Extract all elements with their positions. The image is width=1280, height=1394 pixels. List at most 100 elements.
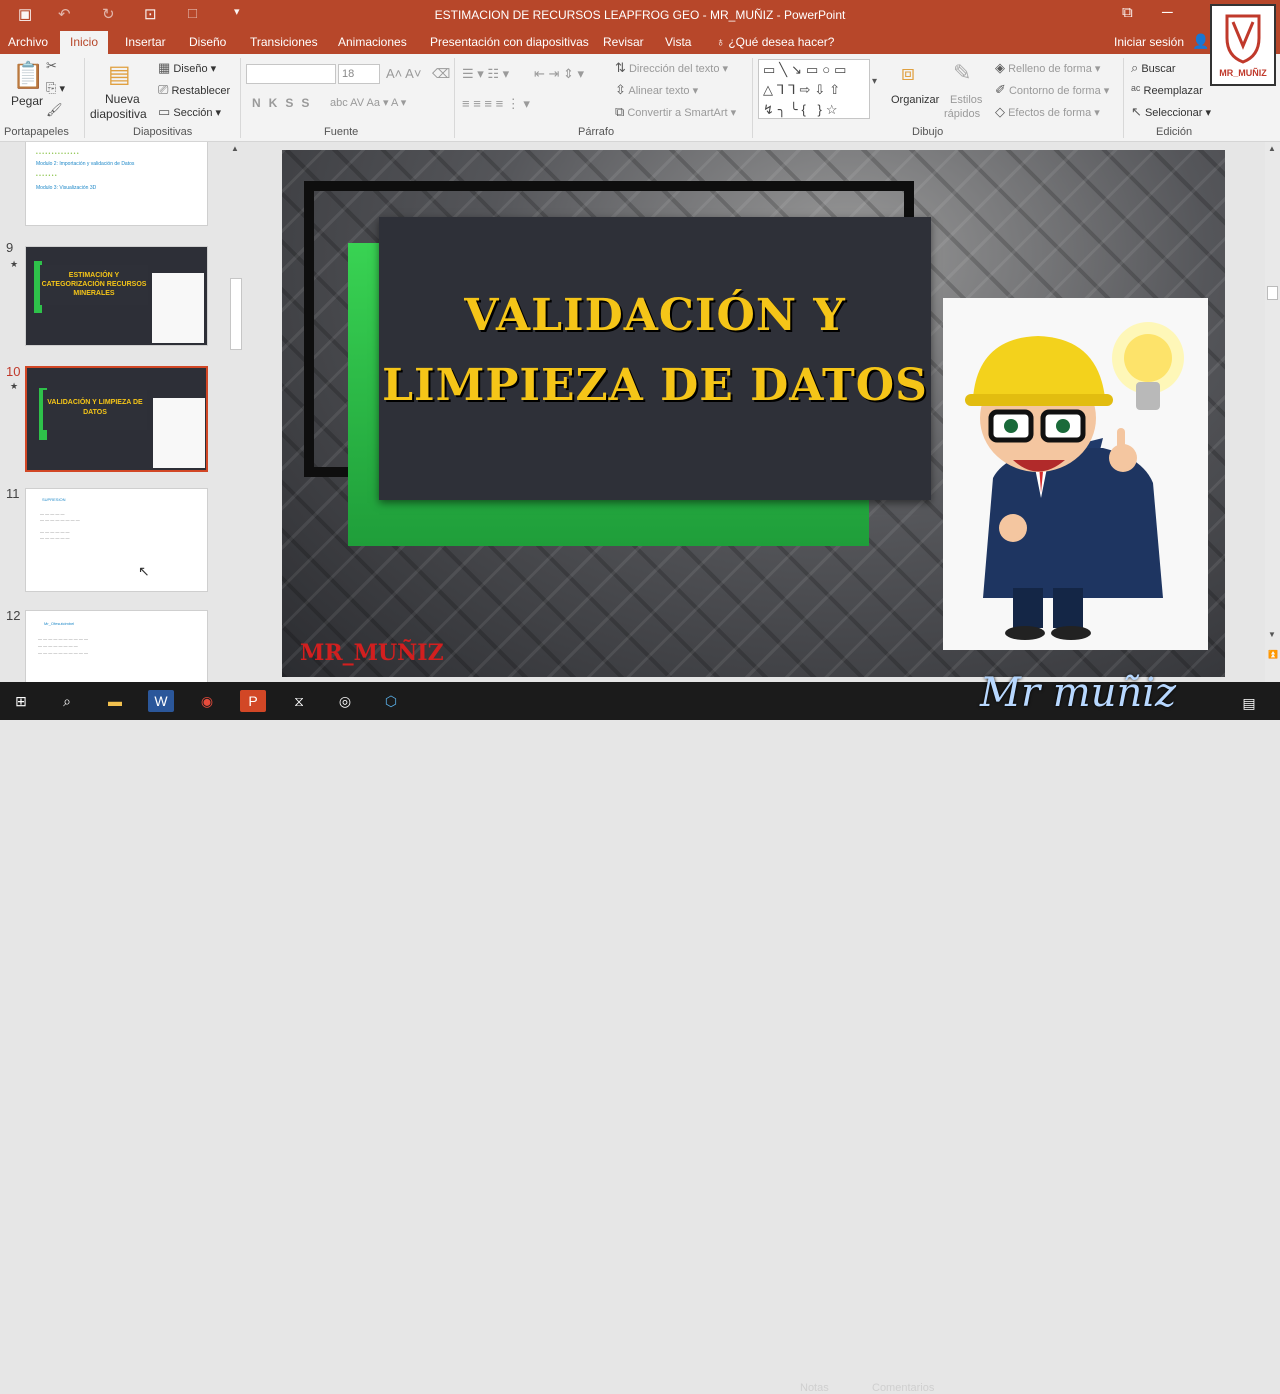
replace-button[interactable]: ᵃᶜ Reemplazar: [1131, 82, 1203, 97]
slide-thumbnail-9[interactable]: ESTIMACIÓN Y CATEGORIZACIÓN RECURSOS MIN…: [25, 246, 208, 346]
paint-bucket-icon: ◈: [995, 60, 1005, 75]
tab-archivo[interactable]: Archivo: [8, 35, 48, 49]
shape-effects-button[interactable]: ◇ Efectos de forma ▾: [995, 104, 1100, 120]
quick-styles-line1[interactable]: Estilos: [950, 94, 982, 106]
notes-button[interactable]: Notas: [800, 1382, 829, 1394]
shapes-more-icon[interactable]: ▾: [872, 76, 877, 87]
align-text-button[interactable]: ⇳ Alinear texto ▾: [615, 82, 698, 98]
scroll-down-icon[interactable]: ▼: [1268, 630, 1276, 639]
animation-star-icon: ★: [10, 259, 19, 269]
arrange-icon[interactable]: ⧈: [901, 60, 915, 86]
qat-customize-icon[interactable]: ▾: [234, 5, 240, 18]
paste-icon[interactable]: 📋: [12, 60, 44, 91]
new-slide-button-line2[interactable]: diapositiva: [90, 107, 147, 121]
tab-transiciones[interactable]: Transiciones: [250, 35, 318, 49]
qat-extra-icon[interactable]: □: [188, 5, 197, 22]
account-icon[interactable]: 👤: [1192, 33, 1209, 50]
replace-icon: ᵃᶜ: [1131, 82, 1141, 97]
font-grow-icon[interactable]: A˄ A˅: [386, 66, 421, 81]
find-button[interactable]: ⌕ Buscar: [1131, 60, 1176, 76]
tell-me-search[interactable]: ♁ ¿Qué desea hacer?: [716, 35, 834, 49]
font-style-buttons[interactable]: NKSS: [252, 96, 317, 110]
windows-start-icon[interactable]: ⊞: [8, 690, 34, 712]
engineer-illustration[interactable]: [943, 298, 1208, 650]
section-button[interactable]: ▭ Sección ▾: [158, 104, 221, 120]
layout-icon: ▦: [158, 60, 171, 75]
new-slide-icon[interactable]: ▤: [108, 60, 131, 89]
ribbon-display-icon[interactable]: ⧉: [1122, 4, 1133, 21]
file-explorer-icon[interactable]: ▬: [102, 690, 128, 712]
undo-icon[interactable]: ↶: [58, 5, 71, 23]
text-direction-button[interactable]: ⇅ Dirección del texto ▾: [615, 60, 728, 76]
thumb-text: VALIDACIÓN Y LIMPIEZA DE DATOS: [43, 390, 147, 430]
sign-in-link[interactable]: Iniciar sesión: [1114, 35, 1184, 49]
reset-icon: ⎚: [158, 82, 169, 97]
slide-thumbnail-8[interactable]: • • • • • • • • • • • • • • Modulo 2: Im…: [25, 142, 208, 226]
slide-thumbnail-10-selected[interactable]: VALIDACIÓN Y LIMPIEZA DE DATOS: [25, 366, 208, 472]
tab-animaciones[interactable]: Animaciones: [338, 35, 407, 49]
slide-thumbnail-11[interactable]: SUPRESION — — — — — — — — — — — — — — — — …: [25, 488, 208, 592]
app-icon[interactable]: ⧖: [286, 690, 312, 712]
ribbon-tabs: Archivo Inicio Insertar Diseño Transicio…: [0, 30, 1280, 54]
tab-inicio[interactable]: Inicio: [60, 31, 109, 54]
copy-icon[interactable]: ⎘ ▾: [46, 80, 65, 96]
shape-outline-button[interactable]: ✐ Contorno de forma ▾: [995, 82, 1109, 98]
scroll-up-icon[interactable]: ▲: [231, 144, 239, 153]
thumbnails-scrollbar[interactable]: ▲: [228, 142, 244, 682]
paste-button[interactable]: Pegar: [11, 94, 43, 108]
group-parrafo: Párrafo: [578, 126, 615, 138]
watermark: Mr muñiz: [980, 670, 1177, 716]
scroll-up-icon[interactable]: ▲: [1268, 144, 1276, 153]
font-effects-buttons[interactable]: abc AV Aa ▾ A ▾: [330, 96, 406, 109]
layout-button[interactable]: ▦ Diseño ▾: [158, 60, 216, 76]
slide-thumbnails-pane[interactable]: • • • • • • • • • • • • • • Modulo 2: Im…: [0, 142, 245, 682]
search-icon[interactable]: ⌕: [54, 690, 80, 712]
slide-title[interactable]: VALIDACIÓN Y LIMPIEZA DE DATOS: [379, 281, 931, 421]
font-name-input[interactable]: [246, 64, 336, 84]
slide-thumbnail-12[interactable]: Mr_Ofesutcimbel — — — — — — — — — — — — —…: [25, 610, 208, 682]
tab-presentacion[interactable]: Presentación con diapositivas: [430, 35, 589, 49]
group-edicion: Edición: [1156, 126, 1193, 138]
redo-icon[interactable]: ↻: [102, 5, 115, 23]
shape-fill-button[interactable]: ◈ Relleno de forma ▾: [995, 60, 1100, 76]
tab-insertar[interactable]: Insertar: [125, 35, 166, 49]
tab-revisar[interactable]: Revisar: [603, 35, 644, 49]
notification-icon[interactable]: ▤: [1236, 692, 1262, 714]
reset-button[interactable]: ⎚ Restablecer: [158, 82, 230, 98]
title-box[interactable]: VALIDACIÓN Y LIMPIEZA DE DATOS: [379, 217, 931, 500]
indent-icon[interactable]: ⇤ ⇥ ⇕ ▾: [534, 66, 584, 82]
shapes-gallery[interactable]: ▭╲↘▭○▭ △⅂⅂⇨⇩⇧ ↯╮╰{ }☆: [758, 59, 870, 119]
clear-format-icon[interactable]: ⌫: [432, 66, 450, 82]
slide-number: 12: [6, 608, 21, 623]
font-size-input[interactable]: 18: [338, 64, 380, 84]
format-painter-icon[interactable]: 🖌: [46, 102, 63, 118]
chrome-icon[interactable]: ◉: [194, 690, 220, 712]
obs-icon[interactable]: ◎: [332, 690, 358, 712]
word-icon[interactable]: W: [148, 690, 174, 712]
canvas-scrollbar[interactable]: ▲ ▼ ⏫: [1265, 142, 1280, 682]
new-slide-button-line1[interactable]: Nueva: [105, 92, 140, 106]
leapfrog-icon[interactable]: ⬡: [378, 690, 404, 712]
tab-vista[interactable]: Vista: [665, 35, 691, 49]
smartart-button[interactable]: ⧉ Convertir a SmartArt ▾: [615, 104, 736, 120]
comments-button[interactable]: Comentarios: [872, 1382, 934, 1394]
prev-slide-icon[interactable]: ⏫: [1268, 650, 1278, 659]
scrollbar-thumb[interactable]: [230, 278, 242, 350]
window-title: ESTIMACION DE RECURSOS LEAPFROG GEO - MR…: [434, 8, 846, 22]
presentation-start-icon[interactable]: ⊡: [144, 5, 157, 23]
tab-diseno[interactable]: Diseño: [189, 35, 226, 49]
slide-number: 9: [6, 240, 14, 255]
scrollbar-thumb[interactable]: [1267, 286, 1278, 300]
bullets-icon[interactable]: ☰ ▾ ☷ ▾: [462, 66, 509, 82]
save-icon[interactable]: ▣: [18, 5, 32, 23]
cut-icon[interactable]: ✂: [46, 58, 57, 74]
select-button[interactable]: ↖ Seleccionar ▾: [1131, 104, 1211, 120]
quick-styles-line2[interactable]: rápidos: [944, 108, 980, 120]
quick-styles-icon[interactable]: ✎: [953, 60, 971, 86]
minimize-icon[interactable]: ─: [1162, 4, 1173, 21]
powerpoint-icon[interactable]: P: [240, 690, 266, 712]
current-slide[interactable]: VALIDACIÓN Y LIMPIEZA DE DATOS MR_MUÑIZ: [282, 150, 1225, 677]
align-icons[interactable]: ≡ ≡ ≡ ≡ ⋮ ▾: [462, 96, 530, 112]
group-portapapeles: Portapapeles: [4, 126, 69, 138]
arrange-button[interactable]: Organizar: [891, 94, 939, 106]
